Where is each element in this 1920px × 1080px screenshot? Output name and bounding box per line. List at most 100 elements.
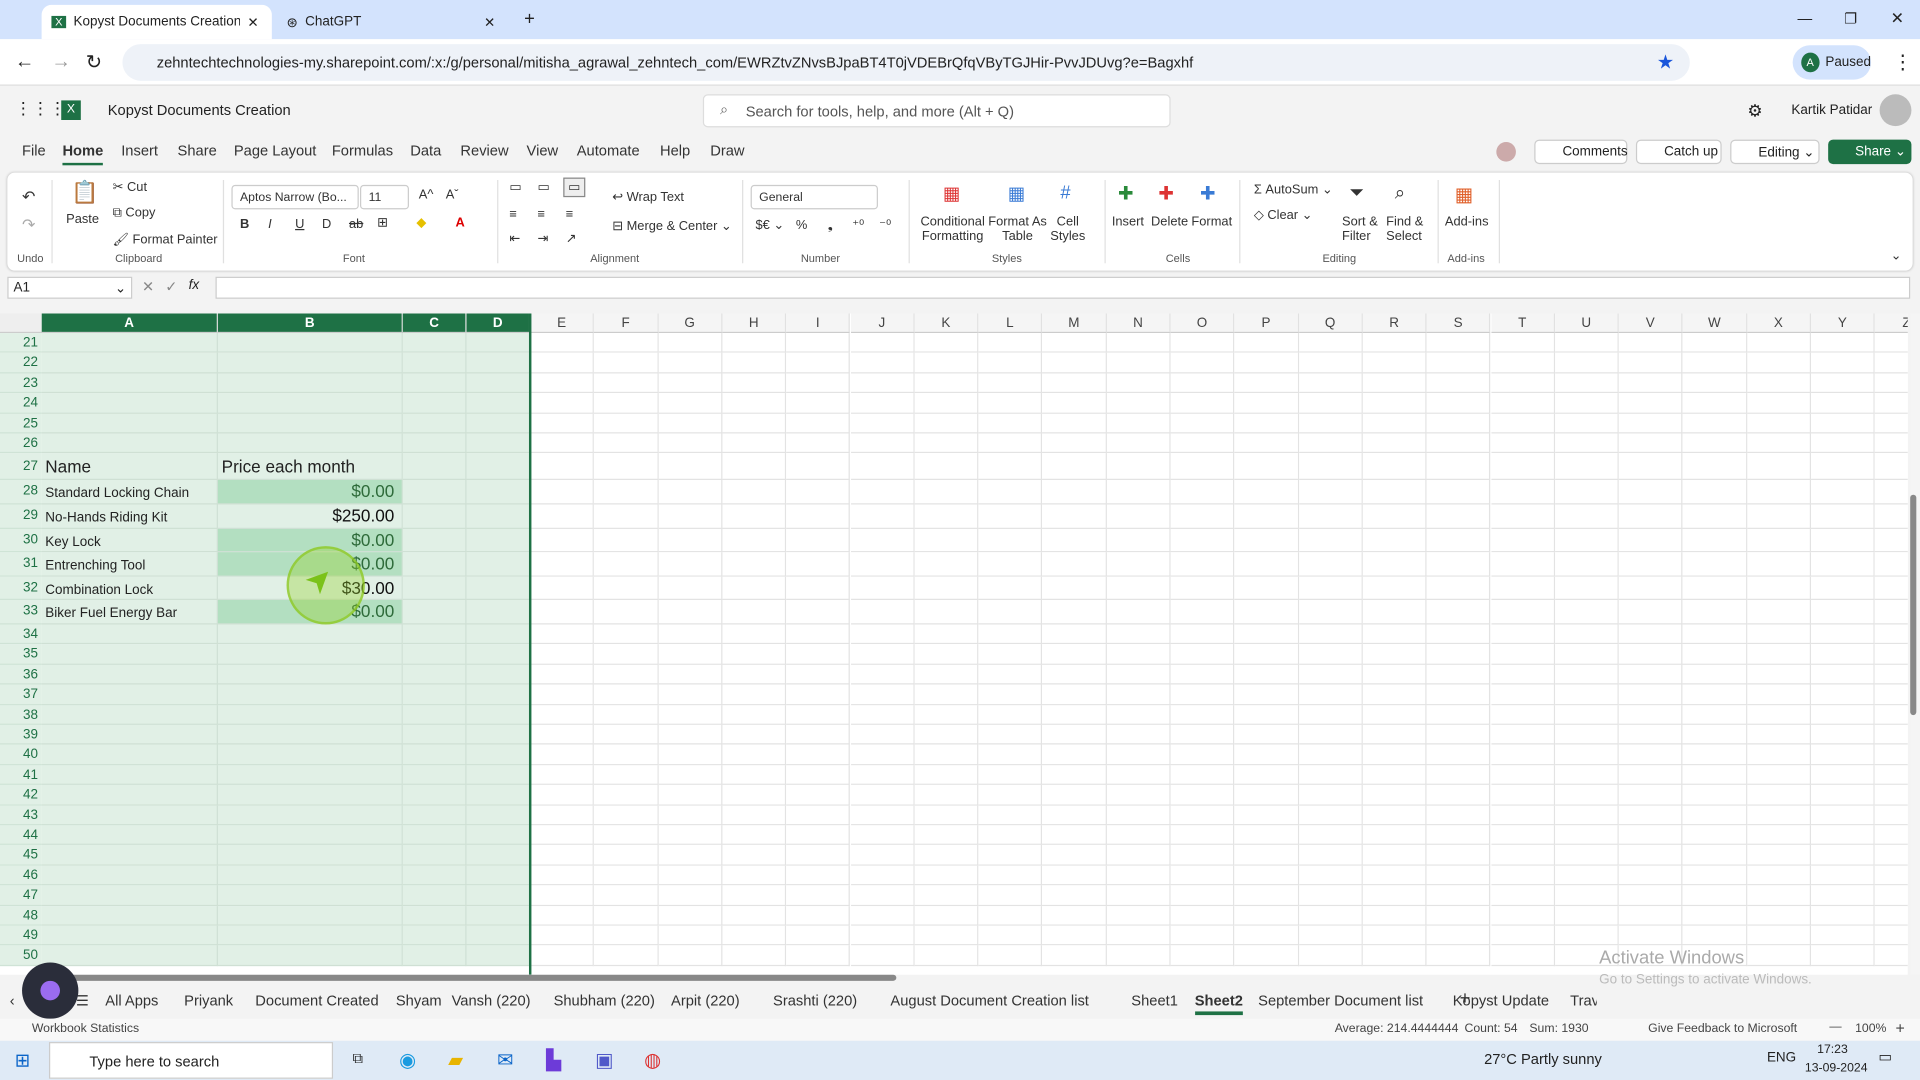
cell[interactable] <box>594 393 659 414</box>
cell[interactable] <box>594 528 659 553</box>
cell[interactable] <box>41 765 218 786</box>
cell[interactable] <box>1554 600 1619 625</box>
browser-tab-excel[interactable]: XKopyst Documents Creation.xlsx✕ <box>41 4 272 40</box>
row-header-46[interactable]: 46 <box>0 865 42 886</box>
cell[interactable] <box>402 504 467 529</box>
cell[interactable] <box>1170 865 1235 886</box>
cell[interactable] <box>978 845 1043 866</box>
cell[interactable] <box>1554 480 1619 505</box>
cell[interactable] <box>1106 704 1171 725</box>
cell[interactable] <box>41 624 218 645</box>
cell[interactable] <box>594 945 659 966</box>
cell[interactable] <box>1362 765 1427 786</box>
share-button[interactable]: Share ⌄ <box>1828 139 1912 165</box>
cell[interactable] <box>1746 528 1812 553</box>
cell[interactable] <box>217 664 403 685</box>
row-header-21[interactable]: 21 <box>0 333 42 354</box>
cell[interactable] <box>1170 528 1235 553</box>
cell[interactable] <box>850 413 915 434</box>
cell[interactable] <box>1234 624 1299 645</box>
cell[interactable] <box>722 600 787 625</box>
cell[interactable] <box>1170 684 1235 705</box>
cell[interactable] <box>1234 785 1299 806</box>
cell[interactable] <box>850 925 915 946</box>
cell[interactable] <box>1234 453 1299 481</box>
cell[interactable] <box>1682 664 1747 685</box>
cell[interactable] <box>1490 905 1555 926</box>
cell[interactable] <box>1042 744 1107 766</box>
menu-kebab-icon[interactable]: ⋮ <box>1893 50 1913 74</box>
cell[interactable] <box>1811 905 1876 926</box>
row-header-31[interactable]: 31 <box>0 552 42 577</box>
cell[interactable] <box>1362 825 1427 846</box>
cell[interactable] <box>41 433 218 454</box>
cell[interactable] <box>1170 724 1235 745</box>
cell[interactable] <box>402 865 467 886</box>
cell[interactable] <box>530 528 595 553</box>
cell[interactable] <box>786 905 851 926</box>
cell[interactable] <box>217 785 403 806</box>
cell[interactable] <box>1106 744 1171 766</box>
cell[interactable] <box>530 704 595 725</box>
wrap-text-button[interactable]: ↩ Wrap Text <box>612 190 684 205</box>
cell[interactable] <box>914 624 979 645</box>
cell[interactable] <box>594 905 659 926</box>
cell[interactable] <box>1811 845 1876 866</box>
cell[interactable] <box>1875 825 1908 846</box>
cell[interactable] <box>1811 724 1876 745</box>
cell[interactable] <box>914 576 979 601</box>
language[interactable]: ENG <box>1767 1051 1796 1066</box>
cell[interactable] <box>1490 865 1555 886</box>
cell[interactable] <box>402 600 467 625</box>
paste-icon[interactable]: 📋 <box>71 180 98 206</box>
cell[interactable] <box>1682 805 1747 826</box>
cell[interactable] <box>1234 552 1299 577</box>
undo-icon[interactable]: ↶ <box>22 187 35 207</box>
chrome-icon[interactable]: ◍ <box>644 1048 661 1072</box>
cell[interactable] <box>217 865 403 886</box>
cell[interactable] <box>1234 724 1299 745</box>
cell[interactable] <box>1490 433 1555 454</box>
cell-styles-icon[interactable]: # <box>1060 182 1070 203</box>
add-ins-icon[interactable]: ▦ <box>1455 182 1474 206</box>
cell[interactable] <box>1426 905 1491 926</box>
cell[interactable] <box>1170 744 1235 766</box>
cell[interactable] <box>1106 624 1171 645</box>
delete-cells-icon[interactable]: ✚ <box>1158 182 1173 205</box>
cell[interactable] <box>1298 845 1363 866</box>
cell[interactable] <box>530 744 595 766</box>
cell[interactable] <box>1042 765 1107 786</box>
row-header-29[interactable]: 29 <box>0 504 42 529</box>
column-header-T[interactable]: T <box>1490 313 1555 334</box>
cell[interactable] <box>850 765 915 786</box>
vertical-scrollbar[interactable] <box>1910 313 1920 975</box>
cell[interactable] <box>594 885 659 906</box>
row-header-40[interactable]: 40 <box>0 744 42 766</box>
row-header-41[interactable]: 41 <box>0 765 42 786</box>
cell[interactable] <box>722 664 787 685</box>
cell[interactable] <box>1298 945 1363 966</box>
cell[interactable] <box>722 528 787 553</box>
cell[interactable] <box>1170 333 1235 354</box>
cell[interactable] <box>1875 644 1908 665</box>
cell[interactable] <box>978 885 1043 906</box>
cancel-icon[interactable]: ✕ <box>142 278 154 295</box>
column-header-P[interactable]: P <box>1234 313 1299 334</box>
cell[interactable] <box>722 353 787 374</box>
cell[interactable] <box>850 684 915 705</box>
cell[interactable] <box>658 433 723 454</box>
search-input[interactable]: Search for tools, help, and more (Alt + … <box>702 94 1171 128</box>
cell[interactable] <box>1618 845 1683 866</box>
cell[interactable] <box>1554 664 1619 685</box>
cell[interactable] <box>1554 528 1619 553</box>
cell[interactable] <box>1811 528 1876 553</box>
cell[interactable] <box>658 845 723 866</box>
cell[interactable] <box>1234 865 1299 886</box>
cell[interactable] <box>41 805 218 826</box>
sheet-tab-shubham-220-[interactable]: Shubham (220) <box>554 992 655 1009</box>
column-header-C[interactable]: C <box>402 313 467 334</box>
column-header-H[interactable]: H <box>722 313 787 334</box>
ribbon-tab-file[interactable]: File <box>22 142 46 159</box>
delete-button[interactable]: Delete <box>1151 214 1188 229</box>
cell[interactable] <box>466 785 531 806</box>
